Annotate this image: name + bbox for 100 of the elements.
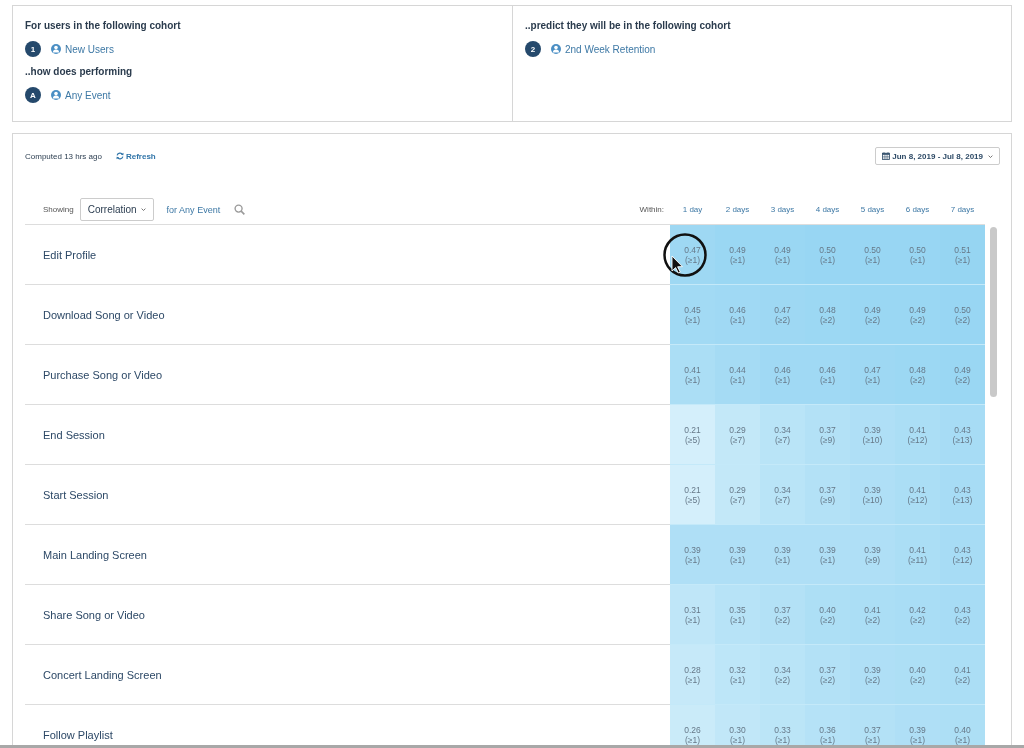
occurrence-count: (≥1) (774, 554, 791, 565)
event-name: Edit Profile (43, 248, 97, 261)
occurrence-count: (≥1) (684, 314, 701, 325)
occurrence-count: (≥5) (684, 434, 701, 445)
query-link[interactable]: 2nd Week Retention (551, 43, 656, 55)
event-name: Purchase Song or Video (43, 368, 163, 381)
column-header[interactable]: 4 days (805, 205, 850, 214)
correlation-value: 0.46 (819, 364, 836, 375)
mouse-cursor-icon (662, 232, 708, 278)
correlation-value: 0.49 (774, 244, 791, 255)
occurrence-count: (≥1) (864, 254, 881, 265)
column-header[interactable]: 7 days (940, 205, 985, 214)
occurrence-count: (≥1) (729, 554, 746, 565)
occurrence-count: (≥7) (774, 434, 791, 445)
occurrence-count: (≥2) (774, 314, 791, 325)
occurrence-count: (≥1) (864, 374, 881, 385)
user-icon (51, 90, 61, 100)
correlation-value: 0.39 (864, 424, 881, 435)
occurrence-count: (≥1) (819, 554, 836, 565)
correlation-value: 0.42 (909, 604, 926, 615)
occurrence-count: (≥1) (774, 734, 791, 745)
occurrence-count: (≥5) (684, 494, 701, 505)
user-icon (551, 44, 561, 54)
column-header[interactable]: 5 days (850, 205, 895, 214)
correlation-value: 0.41 (864, 604, 881, 615)
date-range-button[interactable]: Jun 8, 2019 - Jul 8, 2019 (875, 147, 1000, 165)
correlation-value: 0.41 (909, 484, 926, 495)
correlation-value: 0.30 (729, 724, 746, 735)
correlation-value: 0.32 (729, 664, 746, 675)
correlation-value: 0.46 (729, 304, 746, 315)
metric-dropdown[interactable]: Correlation (79, 198, 154, 221)
scrollbar-thumb[interactable] (990, 227, 997, 397)
occurrence-count: (≥13) (952, 434, 973, 445)
occurrence-count: (≥2) (819, 674, 836, 685)
step-badge: 2 (525, 41, 541, 57)
correlation-value: 0.48 (909, 364, 926, 375)
occurrence-count: (≥1) (819, 734, 836, 745)
search-icon (234, 204, 246, 215)
correlation-value: 0.50 (954, 304, 971, 315)
refresh-icon (115, 152, 124, 160)
occurrence-count: (≥2) (954, 374, 971, 385)
event-name: Follow Playlist (43, 728, 113, 741)
occurrence-count: (≥2) (954, 674, 971, 685)
correlation-value: 0.46 (774, 364, 791, 375)
within-label: Within: (639, 205, 664, 214)
correlation-value: 0.40 (954, 724, 971, 735)
correlation-value: 0.21 (684, 484, 701, 495)
query-link[interactable]: New Users (51, 43, 114, 55)
column-header[interactable]: 1 day (670, 205, 715, 214)
correlation-value: 0.37 (819, 424, 836, 435)
correlation-value: 0.41 (684, 364, 701, 375)
occurrence-count: (≥2) (954, 614, 971, 625)
correlation-value: 0.35 (729, 604, 746, 615)
event-filter-link[interactable]: for Any Event (166, 204, 221, 215)
column-header[interactable]: 6 days (895, 205, 940, 214)
correlation-value: 0.37 (819, 484, 836, 495)
occurrence-count: (≥1) (729, 314, 746, 325)
correlation-value: 0.26 (684, 724, 701, 735)
occurrence-count: (≥2) (864, 614, 881, 625)
correlation-value: 0.39 (909, 724, 926, 735)
occurrence-count: (≥10) (862, 434, 883, 445)
correlation-value: 0.39 (819, 544, 836, 555)
occurrence-count: (≥7) (729, 434, 746, 445)
correlation-value: 0.21 (684, 424, 701, 435)
correlation-value: 0.48 (819, 304, 836, 315)
query-link[interactable]: Any Event (51, 89, 111, 101)
step-heading: ..predict they will be in the following cohort (525, 20, 732, 32)
step-heading: For users in the following cohort (25, 20, 182, 32)
correlation-value: 0.44 (729, 364, 746, 375)
event-name: Share Song or Video (43, 608, 145, 621)
step-badge: A (25, 87, 41, 103)
correlation-value: 0.33 (774, 724, 791, 735)
occurrence-count: (≥2) (864, 314, 881, 325)
column-header[interactable]: 2 days (715, 205, 760, 214)
correlation-value: 0.43 (954, 424, 971, 435)
correlation-value: 0.28 (684, 664, 701, 675)
correlation-value: 0.43 (954, 544, 971, 555)
step-badge: 1 (25, 41, 41, 57)
event-name: Download Song or Video (43, 308, 165, 321)
refresh-link[interactable]: Refresh (115, 151, 156, 161)
correlation-value: 0.41 (909, 424, 926, 435)
occurrence-count: (≥2) (909, 374, 926, 385)
caret-icon (140, 208, 146, 211)
occurrence-count: (≥2) (954, 314, 971, 325)
occurrence-count: (≥1) (729, 614, 746, 625)
occurrence-count: (≥11) (907, 554, 928, 565)
occurrence-count: (≥7) (729, 494, 746, 505)
calendar-icon (882, 152, 891, 160)
caret-icon (988, 154, 993, 158)
correlation-value: 0.40 (819, 604, 836, 615)
correlation-value: 0.50 (819, 244, 836, 255)
correlation-value: 0.39 (864, 664, 881, 675)
occurrence-count: (≥1) (909, 734, 926, 745)
correlation-value: 0.41 (954, 664, 971, 675)
occurrence-count: (≥1) (864, 734, 881, 745)
column-header[interactable]: 3 days (760, 205, 805, 214)
correlation-value: 0.49 (909, 304, 926, 315)
occurrence-count: (≥1) (729, 734, 746, 745)
correlation-value: 0.37 (819, 664, 836, 675)
correlation-value: 0.39 (864, 484, 881, 495)
